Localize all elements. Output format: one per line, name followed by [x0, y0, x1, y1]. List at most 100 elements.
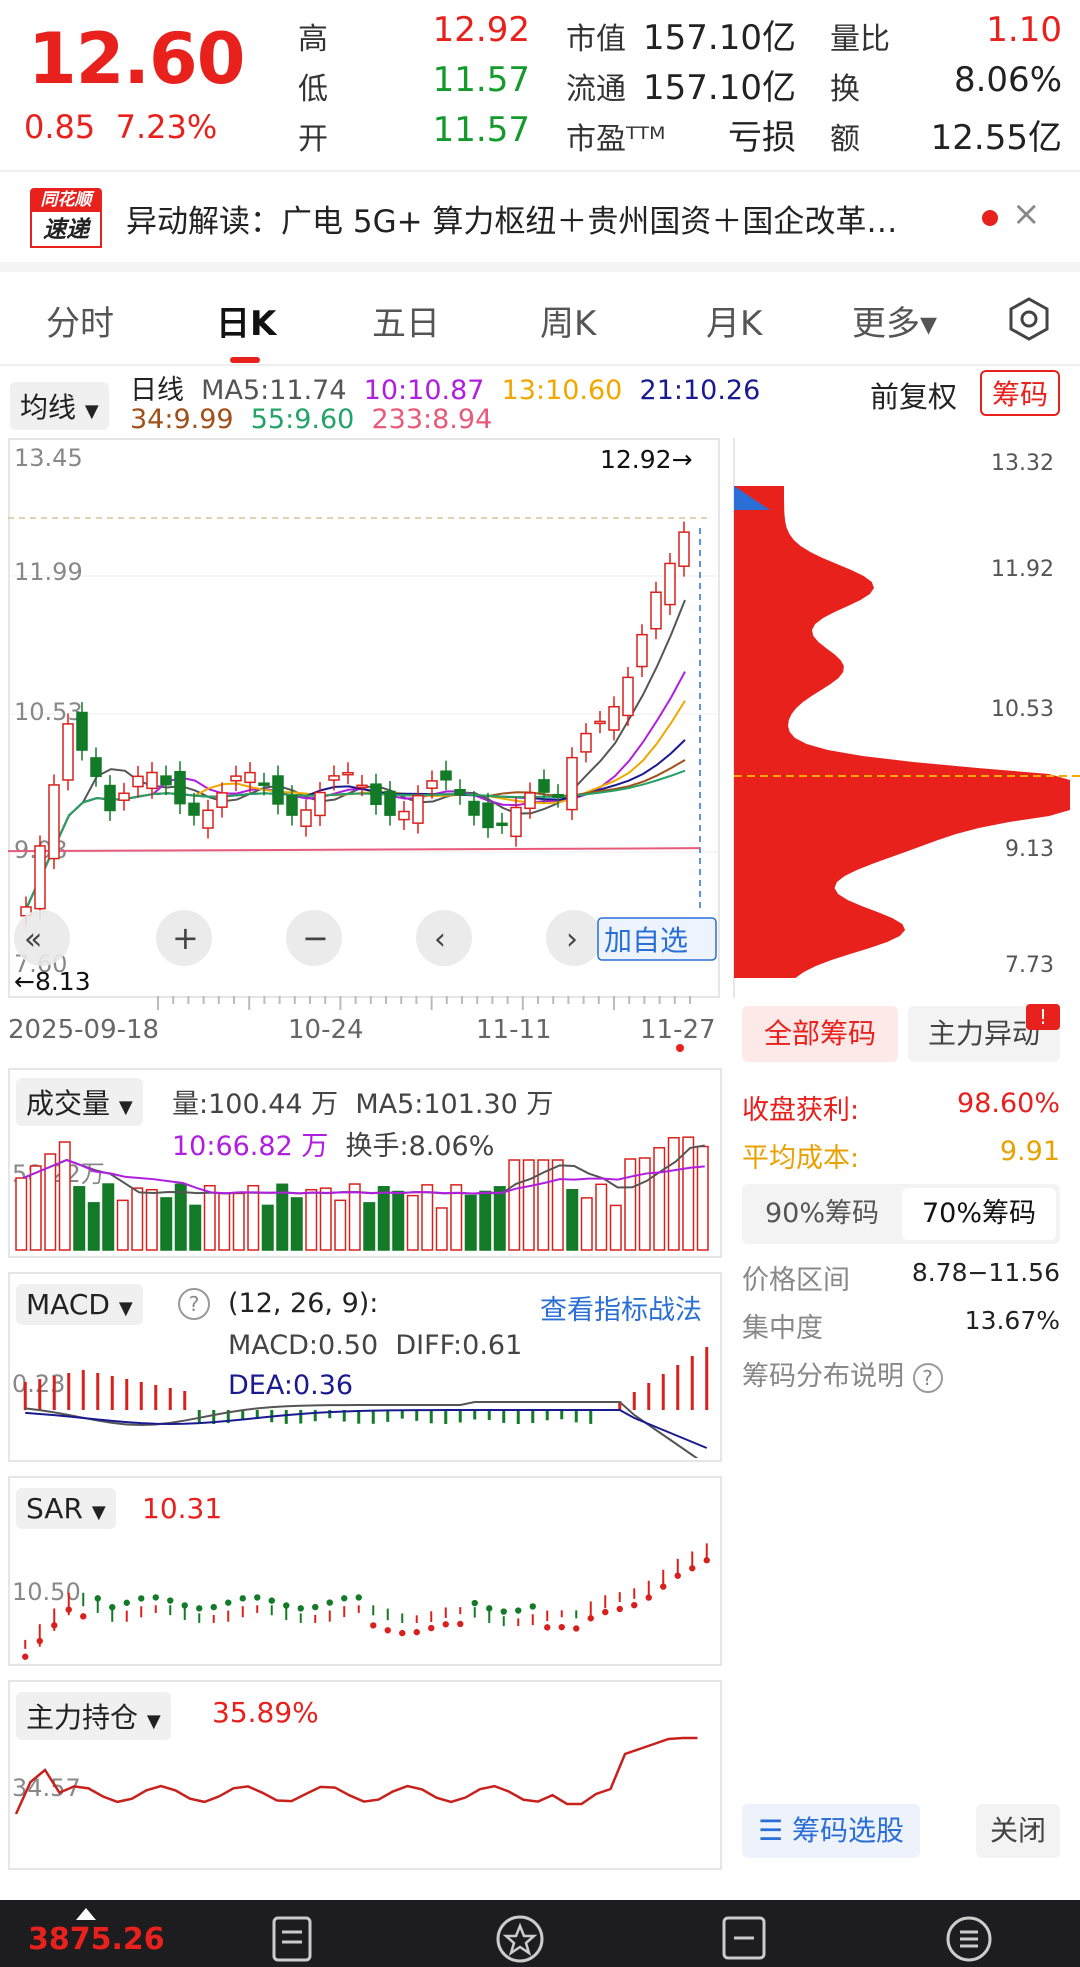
- volume-dropdown-label: 成交量: [26, 1087, 111, 1120]
- dropdown-arrow-icon: ▼: [118, 1097, 133, 1118]
- bottom-toolbar: 3875.26: [0, 1900, 1080, 1967]
- main-holding-dropdown[interactable]: 主力持仓 ▼: [16, 1692, 171, 1740]
- sar-dropdown[interactable]: SAR ▼: [16, 1488, 116, 1529]
- settings-hexagon-icon[interactable]: [1006, 296, 1052, 342]
- sar-dot: [645, 1594, 652, 1601]
- ma55-value: 55:9.60: [250, 404, 355, 435]
- sar-dot: [36, 1637, 43, 1645]
- sar-dot: [529, 1603, 536, 1610]
- sar-dot: [239, 1595, 246, 1602]
- candlestick: [272, 775, 284, 805]
- concentration-label: 集中度: [742, 1313, 823, 1344]
- volume-bar: [218, 1192, 231, 1251]
- ma-line-type: 日线: [130, 375, 184, 406]
- volume-bar: [493, 1186, 506, 1251]
- sar-dot: [109, 1603, 116, 1611]
- ma-dropdown[interactable]: 均线 ▼: [10, 382, 109, 430]
- main-holding-line: [14, 1736, 698, 1815]
- candlestick: [636, 633, 648, 668]
- menu-icon[interactable]: [944, 1914, 994, 1964]
- sar-dot: [80, 1613, 87, 1620]
- pe-value: 亏损: [728, 118, 796, 158]
- volume-chart: 58.22万: [12, 1136, 709, 1251]
- chip-explain-link[interactable]: 筹码分布说明 ?: [742, 1354, 943, 1393]
- index-value[interactable]: 3875.26: [28, 1922, 165, 1957]
- candlestick: [328, 775, 340, 781]
- candlestick: [650, 591, 662, 630]
- tab-more[interactable]: 更多▾: [852, 296, 937, 345]
- close-icon[interactable]: ×: [1012, 194, 1041, 234]
- chip-stock-pick-button[interactable]: ☰ 筹码选股: [742, 1804, 920, 1858]
- sar-dot: [500, 1608, 507, 1615]
- float-value: 157.10亿: [643, 68, 796, 108]
- zoom-out-icon: −: [302, 919, 329, 957]
- tab-monthly-k[interactable]: 月K: [706, 296, 762, 345]
- volume-bar: [653, 1147, 666, 1251]
- x-axis-label: 11-27: [640, 1015, 716, 1045]
- volume-bar: [131, 1187, 144, 1251]
- sar-dot: [210, 1603, 217, 1611]
- volume-bar: [667, 1137, 680, 1251]
- volume-bar: [696, 1145, 709, 1251]
- tab-weekly-k[interactable]: 周K: [540, 296, 596, 345]
- macd-histogram: [23, 1347, 709, 1424]
- volume-bar: [421, 1184, 434, 1251]
- dropdown-arrow-icon: ▼: [91, 1502, 106, 1523]
- sar-dot: [558, 1623, 565, 1631]
- tab-five-day[interactable]: 五日: [372, 296, 440, 345]
- sar-dot: [326, 1599, 333, 1606]
- sar-dot: [152, 1594, 159, 1601]
- x-axis-label: 11-11: [476, 1015, 552, 1045]
- candlestick: [664, 562, 676, 606]
- chip-distribution-chart[interactable]: 13.32 11.92 10.53 9.13 7.73: [728, 438, 1080, 998]
- sar-dot: [355, 1594, 362, 1601]
- concentration-value: 13.67%: [964, 1306, 1060, 1335]
- volume-bar: [73, 1186, 86, 1251]
- adjust-mode-button[interactable]: 前复权: [870, 374, 957, 416]
- candlestick: [90, 757, 102, 777]
- sar-dot: [123, 1599, 130, 1606]
- volume-bar: [102, 1183, 115, 1251]
- x-axis-label: 2025-09-18: [8, 1015, 159, 1045]
- segment-90-percent[interactable]: 90%筹码: [746, 1188, 898, 1240]
- star-icon[interactable]: [494, 1914, 546, 1964]
- candlestick: [482, 802, 494, 829]
- sar-dot: [457, 1620, 464, 1628]
- dropdown-arrow-icon: ▼: [84, 401, 99, 422]
- document-icon[interactable]: [270, 1914, 314, 1962]
- tab-daily-k[interactable]: 日K: [216, 296, 276, 345]
- volume-bar: [551, 1159, 564, 1251]
- close-chip-panel-button[interactable]: 关闭: [976, 1804, 1060, 1858]
- kline-chart[interactable]: 13.45 11.99 10.53 9.08 7.60 12.92→ ←8.13…: [8, 438, 720, 998]
- add-watchlist-label: 加自选: [604, 924, 688, 957]
- kline-x-axis: 2025-09-18 10-24 11-11 11-27: [8, 996, 716, 1052]
- candlestick: [342, 771, 354, 776]
- candlestick: [580, 732, 592, 753]
- macd-dropdown[interactable]: MACD ▼: [16, 1284, 143, 1325]
- turnover-value: 8.06%: [953, 60, 1062, 100]
- low-price-marker: ←8.13: [14, 967, 91, 996]
- volume-bar: [435, 1207, 448, 1251]
- volume-bar: [363, 1202, 376, 1251]
- macd-strategy-link[interactable]: 查看指标战法: [540, 1288, 702, 1327]
- tab-intraday[interactable]: 分时: [46, 296, 114, 345]
- candlestick: [286, 794, 298, 816]
- vol-ratio-value: 1.10: [986, 10, 1062, 50]
- minus-box-icon[interactable]: [720, 1914, 768, 1962]
- main-holding-chart: 34.57: [12, 1736, 698, 1815]
- sar-dot: [225, 1599, 232, 1606]
- candlestick: [496, 822, 508, 827]
- sar-value: 10.31: [142, 1492, 223, 1525]
- news-text[interactable]: 异动解读：广电 5G+ 算力枢纽＋贵州国资＋国企改革…: [126, 196, 897, 241]
- volume-bar: [15, 1177, 28, 1251]
- chip-toggle-button[interactable]: 筹码: [980, 370, 1061, 416]
- volume-dropdown[interactable]: 成交量 ▼: [16, 1078, 143, 1126]
- help-circle-icon[interactable]: ?: [178, 1288, 210, 1320]
- ma-legend-row1: 日线 MA5:11.74 10:10.87 13:10.60 21:10.26: [130, 368, 760, 407]
- candlestick: [468, 800, 480, 816]
- segment-70-percent[interactable]: 70%筹码: [902, 1188, 1056, 1240]
- candlestick: [594, 720, 606, 725]
- divider: [0, 170, 1080, 172]
- tab-all-chips[interactable]: 全部筹码: [742, 1006, 898, 1062]
- sar-dot: [254, 1594, 261, 1601]
